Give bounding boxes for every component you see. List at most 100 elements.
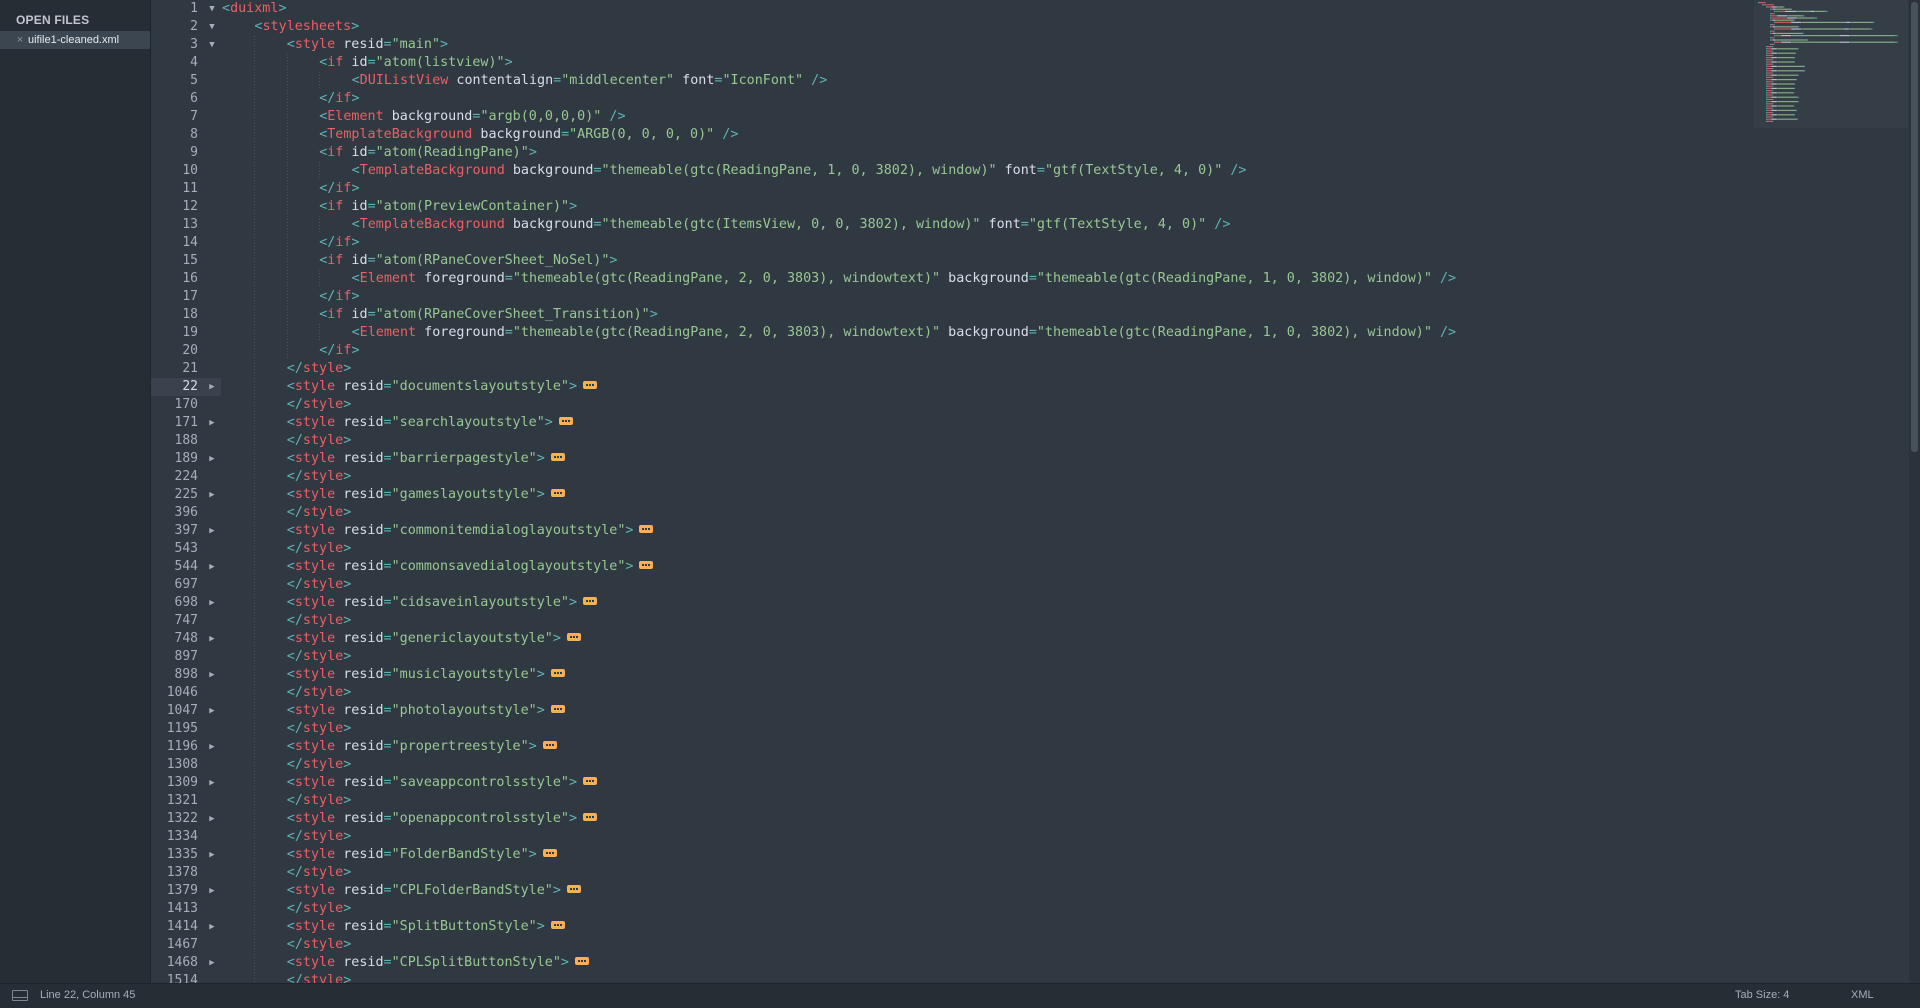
code-line[interactable]: 397 ▶ <style resid="commonitemdialoglayout…: [151, 522, 1909, 540]
code-text[interactable]: <DUIListView contentalign="middlecenter"…: [352, 72, 828, 90]
code-line[interactable]: 4 <if id="atom(listview)">: [151, 54, 1909, 72]
fold-open-icon[interactable]: ▼: [207, 36, 217, 54]
code-text[interactable]: <Element foreground="themeable(gtc(Readi…: [352, 324, 1457, 342]
open-file-name[interactable]: uifile1-cleaned.xml: [28, 31, 119, 49]
code-text[interactable]: <if id="atom(RPaneCoverSheet_NoSel)">: [319, 252, 617, 270]
code-text[interactable]: <style resid="openappcontrolsstyle">: [287, 810, 598, 828]
code-line[interactable]: 697 </style>: [151, 576, 1909, 594]
code-text[interactable]: </style>: [287, 756, 352, 774]
fold-closed-icon[interactable]: ▶: [207, 378, 217, 396]
close-file-icon[interactable]: ×: [13, 31, 27, 49]
code-text[interactable]: <style resid="documentslayoutstyle">: [287, 378, 598, 396]
code-text[interactable]: <Element foreground="themeable(gtc(Readi…: [352, 270, 1457, 288]
code-line[interactable]: 698 ▶ <style resid="cidsaveinlayoutstyle">: [151, 594, 1909, 612]
fold-closed-icon[interactable]: ▶: [207, 882, 217, 900]
code-text[interactable]: <style resid="photolayoutstyle">: [287, 702, 565, 720]
folded-region-marker[interactable]: [639, 561, 654, 569]
code-text[interactable]: </style>: [287, 936, 352, 954]
code-text[interactable]: <style resid="saveappcontrolsstyle">: [287, 774, 598, 792]
code-text[interactable]: </style>: [287, 504, 352, 522]
code-line[interactable]: 1414 ▶ <style resid="SplitButtonStyle">: [151, 918, 1909, 936]
folded-region-marker[interactable]: [566, 633, 581, 641]
code-line[interactable]: 6 </if>: [151, 90, 1909, 108]
code-line[interactable]: 13 <TemplateBackground background="themea…: [151, 216, 1909, 234]
code-line[interactable]: 224 </style>: [151, 468, 1909, 486]
code-text[interactable]: <style resid="commonitemdialoglayoutstyl…: [287, 522, 654, 540]
tab-size-selector[interactable]: Tab Size: 4: [1735, 989, 1789, 1001]
code-text[interactable]: </style>: [287, 792, 352, 810]
fold-open-icon[interactable]: ▼: [207, 0, 217, 18]
fold-closed-icon[interactable]: ▶: [207, 918, 217, 936]
code-line[interactable]: 9 <if id="atom(ReadingPane)">: [151, 144, 1909, 162]
folded-region-marker[interactable]: [583, 777, 598, 785]
code-line[interactable]: 12 <if id="atom(PreviewContainer)">: [151, 198, 1909, 216]
code-text[interactable]: </style>: [287, 396, 352, 414]
code-text[interactable]: <style resid="main">: [287, 36, 448, 54]
folded-region-marker[interactable]: [550, 921, 565, 929]
code-text[interactable]: <style resid="genericlayoutstyle">: [287, 630, 581, 648]
code-text[interactable]: <if id="atom(RPaneCoverSheet_Transition)…: [319, 306, 658, 324]
folded-region-marker[interactable]: [550, 453, 565, 461]
code-line[interactable]: 1 ▼ <duixml>: [151, 0, 1909, 18]
code-text[interactable]: <style resid="barrierpagestyle">: [287, 450, 565, 468]
folded-region-marker[interactable]: [558, 417, 573, 425]
code-line[interactable]: 1413 </style>: [151, 900, 1909, 918]
code-line[interactable]: 21 </style>: [151, 360, 1909, 378]
code-line[interactable]: 748 ▶ <style resid="genericlayoutstyle">: [151, 630, 1909, 648]
code-text[interactable]: </style>: [287, 540, 352, 558]
code-line[interactable]: 1195 </style>: [151, 720, 1909, 738]
code-line[interactable]: 1514 </style>: [151, 972, 1909, 983]
code-line[interactable]: 20 </if>: [151, 342, 1909, 360]
fold-closed-icon[interactable]: ▶: [207, 954, 217, 972]
folded-region-marker[interactable]: [542, 849, 557, 857]
code-line[interactable]: 1196 ▶ <style resid="propertreestyle">: [151, 738, 1909, 756]
code-line[interactable]: 170 </style>: [151, 396, 1909, 414]
code-text[interactable]: <TemplateBackground background="themeabl…: [352, 216, 1231, 234]
fold-closed-icon[interactable]: ▶: [207, 738, 217, 756]
open-file-item[interactable]: × uifile1-cleaned.xml: [0, 31, 150, 49]
code-text[interactable]: </style>: [287, 612, 352, 630]
code-text[interactable]: <style resid="cidsaveinlayoutstyle">: [287, 594, 598, 612]
code-text[interactable]: <if id="atom(listview)">: [319, 54, 513, 72]
folded-region-marker[interactable]: [550, 705, 565, 713]
code-line[interactable]: 1378 </style>: [151, 864, 1909, 882]
code-text[interactable]: </if>: [319, 180, 359, 198]
fold-closed-icon[interactable]: ▶: [207, 414, 217, 432]
code-editor[interactable]: 1 ▼ <duixml> 2 ▼ <stylesheets> 3 ▼ <style resid=…: [151, 0, 1909, 983]
code-text[interactable]: </style>: [287, 648, 352, 666]
code-line[interactable]: 22 ▶ <style resid="documentslayoutstyle">: [151, 378, 1909, 396]
code-line[interactable]: 171 ▶ <style resid="searchlayoutstyle">: [151, 414, 1909, 432]
code-line[interactable]: 1308 </style>: [151, 756, 1909, 774]
code-text[interactable]: </style>: [287, 720, 352, 738]
fold-closed-icon[interactable]: ▶: [207, 558, 217, 576]
code-line[interactable]: 1309 ▶ <style resid="saveappcontrolsstyle"…: [151, 774, 1909, 792]
code-text[interactable]: </if>: [319, 90, 359, 108]
code-text[interactable]: </style>: [287, 432, 352, 450]
folded-region-marker[interactable]: [542, 741, 557, 749]
code-text[interactable]: <TemplateBackground background="ARGB(0, …: [319, 126, 738, 144]
code-line[interactable]: 10 <TemplateBackground background="themea…: [151, 162, 1909, 180]
minimap[interactable]: [1754, 0, 1908, 140]
fold-closed-icon[interactable]: ▶: [207, 846, 217, 864]
code-line[interactable]: 1379 ▶ <style resid="CPLFolderBandStyle">: [151, 882, 1909, 900]
code-line[interactable]: 5 <DUIListView contentalign="middlecenter…: [151, 72, 1909, 90]
folded-region-marker[interactable]: [550, 489, 565, 497]
code-text[interactable]: </if>: [319, 342, 359, 360]
code-text[interactable]: </style>: [287, 972, 352, 983]
code-line[interactable]: 7 <Element background="argb(0,0,0,0)" />: [151, 108, 1909, 126]
code-line[interactable]: 17 </if>: [151, 288, 1909, 306]
code-line[interactable]: 897 </style>: [151, 648, 1909, 666]
folded-region-marker[interactable]: [583, 813, 598, 821]
code-text[interactable]: <style resid="CPLSplitButtonStyle">: [287, 954, 589, 972]
folded-region-marker[interactable]: [574, 957, 589, 965]
code-text[interactable]: <if id="atom(ReadingPane)">: [319, 144, 537, 162]
code-text[interactable]: <style resid="musiclayoutstyle">: [287, 666, 565, 684]
code-text[interactable]: </if>: [319, 288, 359, 306]
code-line[interactable]: 747 </style>: [151, 612, 1909, 630]
syntax-selector[interactable]: XML: [1851, 989, 1874, 1001]
code-text[interactable]: <if id="atom(PreviewContainer)">: [319, 198, 577, 216]
code-text[interactable]: <Element background="argb(0,0,0,0)" />: [319, 108, 625, 126]
folded-region-marker[interactable]: [583, 381, 598, 389]
code-line[interactable]: 18 <if id="atom(RPaneCoverSheet_Transitio…: [151, 306, 1909, 324]
vertical-scrollbar[interactable]: [1909, 0, 1920, 983]
